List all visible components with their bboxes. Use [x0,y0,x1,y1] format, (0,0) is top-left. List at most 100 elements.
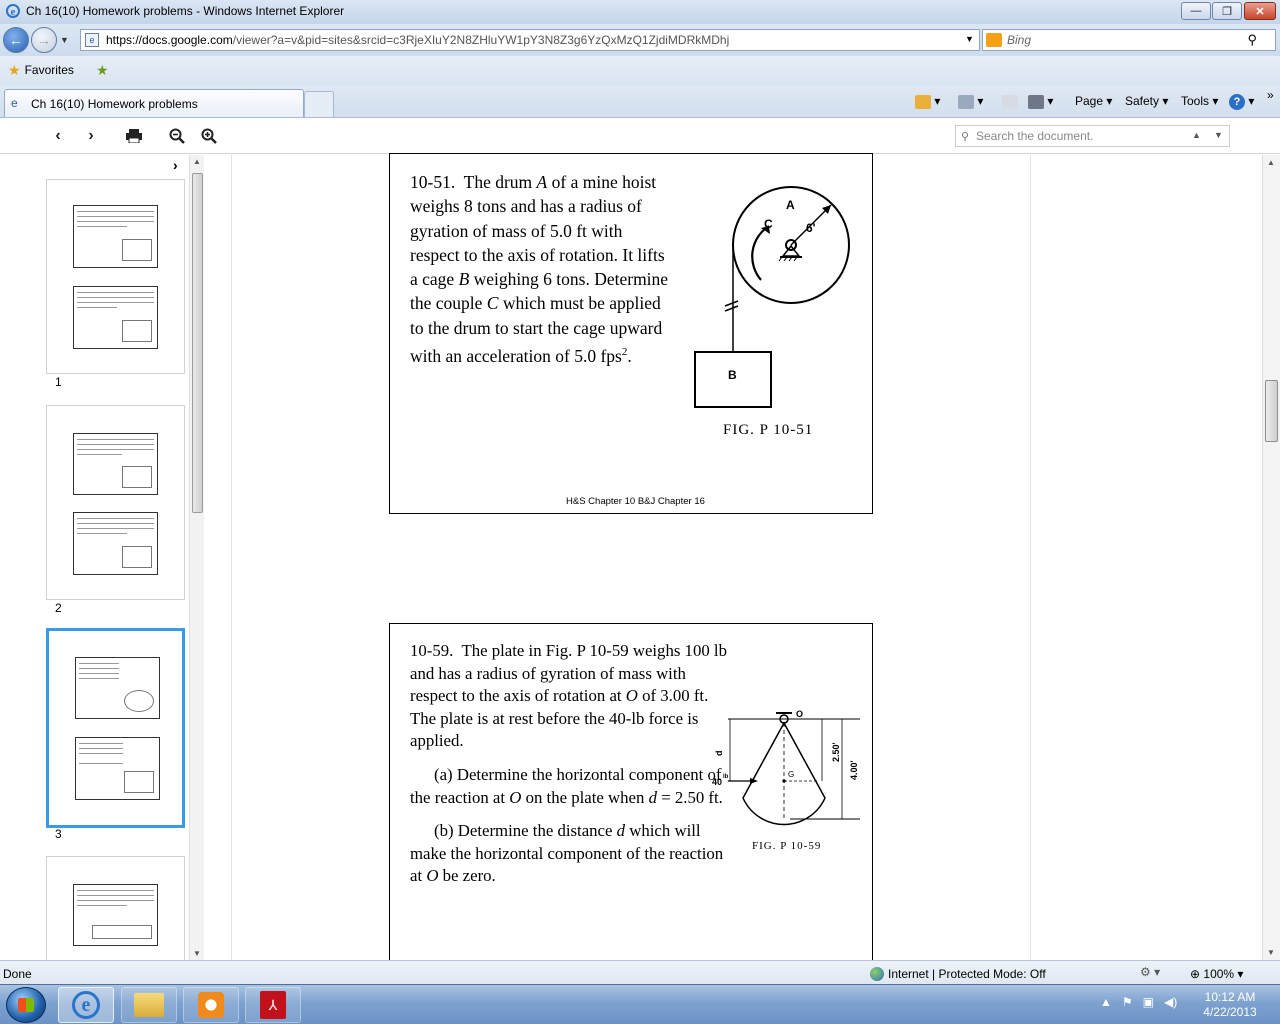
forward-button[interactable]: → [31,27,57,53]
plate-figure: O G d 40 lb 2.50' 4.00' [712,709,860,826]
clock-time: 10:12 AM [1204,990,1256,1004]
url-text[interactable]: https://docs.google.com/viewer?a=v&pid=s… [106,33,729,47]
document-scroll-thumb[interactable] [1265,380,1278,442]
favorites-label: Favorites [24,63,74,77]
previous-page-button[interactable]: ‹ [47,126,69,146]
thumbnail-figure [73,433,158,495]
figure-label-d: d [714,751,724,757]
thumbnail-page-3[interactable] [46,628,185,828]
favorites-bar: ★ Favorites ★ [0,56,1280,86]
pdf-icon: ⅄ [260,991,286,1019]
media-player-icon [198,992,224,1018]
taskbar-media-player[interactable] [183,987,239,1023]
minimize-button[interactable]: — [1181,2,1211,20]
figure-label-drum: A [786,198,795,212]
thumbnail-page-number: 1 [55,375,62,389]
print-icon[interactable]: ▾ [1028,94,1066,109]
tools-menu[interactable]: Tools ▾ [1181,94,1218,108]
mail-icon[interactable] [1002,94,1024,109]
tab-label: Ch 16(10) Homework problems [31,97,198,111]
taskbar-internet-explorer[interactable]: e [58,987,114,1023]
svg-text:e: e [11,6,16,18]
problem-10-59-text: 10-59. The plate in Fig. P 10-59 weighs … [410,641,727,886]
zoom-out-icon[interactable] [166,126,188,146]
window-title: Ch 16(10) Homework problems - Windows In… [26,4,345,18]
start-button[interactable] [6,987,46,1023]
status-bar: Done Internet | Protected Mode: Off ⚙ ▾ … [0,960,1280,984]
back-button[interactable]: ← [3,27,29,53]
network-icon[interactable]: ▣ [1143,995,1154,1009]
mine-hoist-figure: A C 6' B [694,186,850,408]
thumbnail-figure [73,205,158,268]
recent-pages-dropdown-icon[interactable]: ▼ [60,35,69,45]
scroll-up-icon[interactable]: ▲ [1267,158,1275,167]
thumbnail-figure [73,286,158,349]
help-icon[interactable]: ? ▾ [1229,94,1254,110]
add-favorite-icon[interactable]: ★ [96,62,109,79]
thumbnail-scroll-thumb[interactable] [192,173,203,513]
bing-icon [986,33,1002,47]
zoom-in-icon[interactable] [198,126,220,146]
thumbnail-figure [75,657,160,719]
thumbnail-page-number: 2 [55,601,62,615]
search-previous-icon[interactable]: ▲ [1192,130,1201,140]
feeds-icon[interactable]: ▾ [958,94,998,109]
thumbnail-page-2[interactable] [46,405,185,600]
system-clock[interactable]: 10:12 AM 4/22/2013 [1190,990,1270,1020]
search-icon[interactable]: ⚲ [1247,32,1257,48]
addons-icon[interactable]: ⚙ ▾ [1140,965,1160,979]
maximize-button[interactable]: ❐ [1212,2,1242,20]
thumbnail-page-1[interactable] [46,179,185,374]
address-dropdown-icon[interactable]: ▼ [965,34,974,44]
page-footer: H&S Chapter 10 B&J Chapter 16 [566,496,705,507]
document-view: 10-51. The drum A of a mine hoist weighs… [205,153,1262,963]
next-page-button[interactable]: › [80,126,102,146]
web-search-box[interactable]: Bing ⚲ [982,29,1276,51]
page-menu[interactable]: Page ▾ [1075,94,1112,108]
address-row: ← → ▼ e https://docs.google.com/viewer?a… [0,24,1280,56]
figure-label-dim2: 4.00' [849,760,859,780]
thumbnail-page-4[interactable] [46,856,185,966]
action-center-flag-icon[interactable]: ⚑ [1122,995,1133,1009]
document-page-2: 10-59. The plate in Fig. P 10-59 weighs … [389,623,873,963]
status-text: Done [3,967,32,981]
more-commands-icon[interactable]: » [1267,88,1274,102]
thumbnail-pane: › 1 2 3 ▲ ▼ [0,155,205,966]
page-icon: e [85,33,99,47]
home-icon[interactable]: ▾ [915,94,955,109]
figure-label-pivot: O [796,709,803,719]
thumbnail-figure [73,884,158,946]
close-button[interactable]: ✕ [1244,2,1276,20]
scroll-down-icon[interactable]: ▼ [193,949,201,958]
taskbar: e ⅄ ▲ ⚑ ▣ ◀) 10:12 AM 4/22/2013 [0,984,1280,1024]
taskbar-pdf-reader[interactable]: ⅄ [245,987,301,1023]
thumbnail-figure [73,512,158,575]
figure-caption: FIG. P 10-59 [752,840,822,852]
taskbar-file-explorer[interactable] [121,987,177,1023]
document-scrollbar[interactable]: ▲ ▼ [1262,155,1280,960]
clock-date: 4/22/2013 [1203,1005,1257,1019]
address-bar[interactable]: e https://docs.google.com/viewer?a=v&pid… [80,29,1050,51]
security-zone[interactable]: Internet | Protected Mode: Off [870,967,1046,981]
volume-icon[interactable]: ◀) [1164,995,1177,1009]
thumbnail-scrollbar[interactable]: ▲ ▼ [189,155,204,960]
windows-logo-icon [18,998,34,1012]
new-tab-button[interactable] [304,91,334,117]
document-page-1: 10-51. The drum A of a mine hoist weighs… [389,153,873,514]
search-next-icon[interactable]: ▼ [1214,130,1223,140]
system-tray[interactable]: ▲ ⚑ ▣ ◀) [1100,995,1177,1009]
favorites-button[interactable]: ★ Favorites [8,63,74,77]
print-document-icon[interactable] [123,126,145,146]
figure-label-dim1: 2.50' [831,742,841,762]
collapse-thumbnails-icon[interactable]: › [173,157,178,173]
ie-tab-icon: e [11,96,18,110]
scroll-down-icon[interactable]: ▼ [1267,948,1275,957]
ie-logo-icon: e [6,4,20,18]
scroll-up-icon[interactable]: ▲ [193,157,201,166]
figure-label-couple: C [764,217,773,231]
show-hidden-icons-icon[interactable]: ▲ [1100,995,1112,1009]
safety-menu[interactable]: Safety ▾ [1125,94,1168,108]
zoom-level[interactable]: ⊕ 100% ▾ [1190,967,1243,981]
document-search-input[interactable]: ⚲ Search the document. [955,125,1230,147]
tab-homework-problems[interactable]: e Ch 16(10) Homework problems [4,89,304,117]
